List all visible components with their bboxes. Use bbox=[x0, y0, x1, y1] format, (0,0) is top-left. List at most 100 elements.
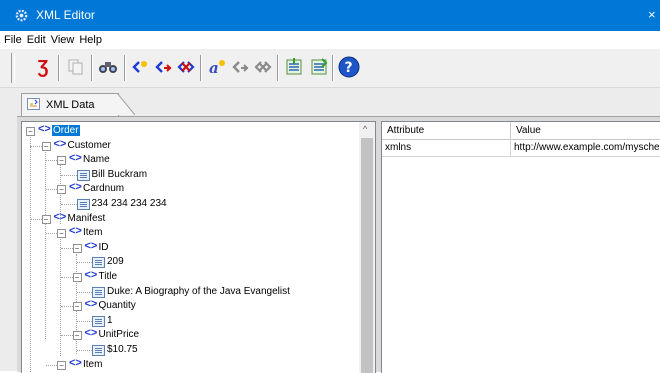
text-node-icon bbox=[92, 345, 105, 356]
menu-file[interactable]: File bbox=[0, 31, 24, 46]
tree-element-node[interactable]: − <> Title bbox=[22, 269, 352, 284]
add-attribute-icon[interactable]: a bbox=[205, 55, 229, 79]
menu-edit[interactable]: Edit bbox=[24, 31, 48, 46]
collapse-toggle-icon[interactable]: − bbox=[72, 243, 82, 253]
menu-view[interactable]: View bbox=[48, 31, 77, 46]
help-icon[interactable]: ? bbox=[337, 55, 361, 79]
split-pane: − <> Order − <> Customer − <> Name Bill Buckram − <… bbox=[17, 116, 660, 373]
tree-element-node[interactable]: − <> Item bbox=[22, 225, 352, 240]
menu-bar: File Edit View Help bbox=[0, 31, 660, 49]
element-icon: <> bbox=[69, 225, 82, 238]
svg-text:a: a bbox=[209, 59, 219, 76]
column-header-value[interactable]: Value bbox=[511, 122, 660, 140]
toolbar-separator bbox=[124, 55, 126, 81]
tree-text-node[interactable]: 234 234 234 234 bbox=[22, 197, 352, 211]
tree-vertical-scrollbar[interactable]: ^ bbox=[359, 121, 376, 373]
tree-node-label: UnitPrice bbox=[98, 329, 140, 341]
collapse-toggle-icon[interactable]: − bbox=[57, 229, 66, 239]
toolbar-grip[interactable] bbox=[11, 53, 15, 83]
tree-node-label: Name bbox=[83, 154, 110, 166]
import-icon[interactable] bbox=[282, 55, 306, 79]
collapse-toggle-icon[interactable]: − bbox=[72, 302, 82, 312]
text-node-icon bbox=[76, 199, 90, 210]
tab-edge bbox=[117, 93, 135, 115]
tree-text-node[interactable]: 209 bbox=[22, 255, 352, 269]
collapse-toggle-icon[interactable]: − bbox=[41, 141, 51, 151]
element-icon: <> bbox=[69, 356, 82, 369]
close-icon[interactable]: × bbox=[648, 7, 656, 22]
editor-area: XML Data − <> Order − <> Customer − <> Name Bill … bbox=[0, 88, 660, 373]
tree-text-node[interactable]: 1 bbox=[22, 314, 352, 328]
scroll-thumb[interactable] bbox=[361, 138, 373, 373]
collapse-toggle-icon[interactable]: − bbox=[72, 331, 82, 341]
tree-element-node[interactable]: − <> UnitPrice bbox=[22, 327, 352, 342]
tree-guide-line bbox=[30, 145, 42, 147]
collapse-toggle-icon[interactable]: − bbox=[57, 185, 66, 195]
tree-guide-line bbox=[45, 189, 57, 191]
tree-guide-line bbox=[61, 277, 73, 278]
element-icon: <> bbox=[53, 137, 67, 150]
attribute-value-cell[interactable]: http://www.example.com/mysche... bbox=[511, 140, 660, 157]
collapse-toggle-icon[interactable]: − bbox=[57, 156, 66, 166]
collapse-toggle-icon[interactable]: − bbox=[41, 214, 51, 224]
column-header-attribute[interactable]: Attribute bbox=[382, 122, 511, 140]
tree-guide-line bbox=[45, 364, 57, 366]
tree-guide-line bbox=[61, 335, 73, 337]
tree-guide-line bbox=[30, 218, 42, 220]
scroll-up-icon[interactable]: ^ bbox=[363, 124, 367, 134]
tree-node-label: 234 234 234 234 bbox=[91, 198, 167, 209]
move-element-icon[interactable] bbox=[151, 55, 175, 79]
svg-text:?: ? bbox=[345, 60, 353, 76]
tree-node-label: Item bbox=[83, 227, 103, 239]
add-element-icon[interactable] bbox=[128, 55, 152, 79]
move-attribute-icon[interactable] bbox=[228, 55, 252, 79]
validate-icon[interactable]: Ʒ bbox=[31, 55, 55, 79]
delete-element-icon[interactable] bbox=[174, 55, 198, 79]
collapse-toggle-icon[interactable]: − bbox=[26, 127, 35, 136]
copy-icon[interactable] bbox=[64, 55, 88, 79]
attribute-table: Attribute Value xmlns http://www.example… bbox=[381, 121, 660, 373]
element-icon: <> bbox=[84, 269, 98, 281]
collapse-toggle-icon[interactable]: − bbox=[57, 360, 66, 370]
tree-guide-line bbox=[45, 233, 57, 235]
tree-element-node[interactable]: − <> Name bbox=[22, 152, 352, 167]
tree-node-label: ID bbox=[98, 241, 109, 253]
tree-node-label: Title bbox=[98, 271, 118, 282]
tree-element-node[interactable]: − <> Item bbox=[22, 356, 352, 372]
tree-node-label: Item bbox=[83, 358, 103, 370]
xml-tree[interactable]: − <> Order − <> Customer − <> Name Bill Buckram − <… bbox=[21, 121, 361, 373]
tab-label: XML Data bbox=[46, 99, 95, 111]
element-icon: <> bbox=[84, 327, 98, 340]
text-node-icon bbox=[76, 169, 90, 181]
tree-element-node[interactable]: − <> Manifest bbox=[22, 211, 352, 226]
text-node-icon bbox=[92, 286, 105, 298]
element-icon: <> bbox=[69, 152, 82, 165]
text-node-icon bbox=[92, 315, 105, 327]
toolbar-separator bbox=[200, 55, 202, 81]
tree-element-node[interactable]: − <> ID bbox=[22, 239, 352, 255]
element-icon: <> bbox=[84, 239, 98, 252]
tree-node-label: $10.75 bbox=[107, 344, 138, 355]
tree-node-label: Duke: A Biography of the Java Evangelist bbox=[107, 285, 290, 297]
tree-guide-line bbox=[61, 306, 73, 308]
tree-node-label: Bill Buckram bbox=[91, 168, 148, 180]
menu-help[interactable]: Help bbox=[76, 31, 104, 46]
attribute-name-cell[interactable]: xmlns bbox=[382, 140, 511, 157]
find-icon[interactable] bbox=[96, 55, 120, 79]
element-icon: <> bbox=[84, 298, 98, 311]
tree-element-node[interactable]: − <> Cardnum bbox=[22, 181, 352, 196]
toolbar-separator bbox=[332, 55, 334, 81]
tab-xml-data[interactable]: XML Data bbox=[21, 93, 119, 116]
tree-element-node[interactable]: − <> Order bbox=[22, 123, 352, 138]
tree-element-node[interactable]: − <> Quantity bbox=[22, 298, 352, 313]
tree-node-label: Manifest bbox=[67, 212, 106, 224]
export-icon[interactable] bbox=[307, 55, 331, 79]
tree-element-node[interactable]: − <> Customer bbox=[22, 137, 352, 153]
collapse-toggle-icon[interactable]: − bbox=[72, 273, 82, 282]
tree-node-label: Cardnum bbox=[83, 183, 125, 195]
tree-text-node[interactable]: Bill Buckram bbox=[22, 168, 352, 182]
tree-text-node[interactable]: $10.75 bbox=[22, 343, 352, 357]
tree-node-label: 209 bbox=[107, 256, 124, 268]
tree-text-node[interactable]: Duke: A Biography of the Java Evangelist bbox=[22, 285, 352, 299]
delete-attribute-icon[interactable] bbox=[251, 55, 275, 79]
